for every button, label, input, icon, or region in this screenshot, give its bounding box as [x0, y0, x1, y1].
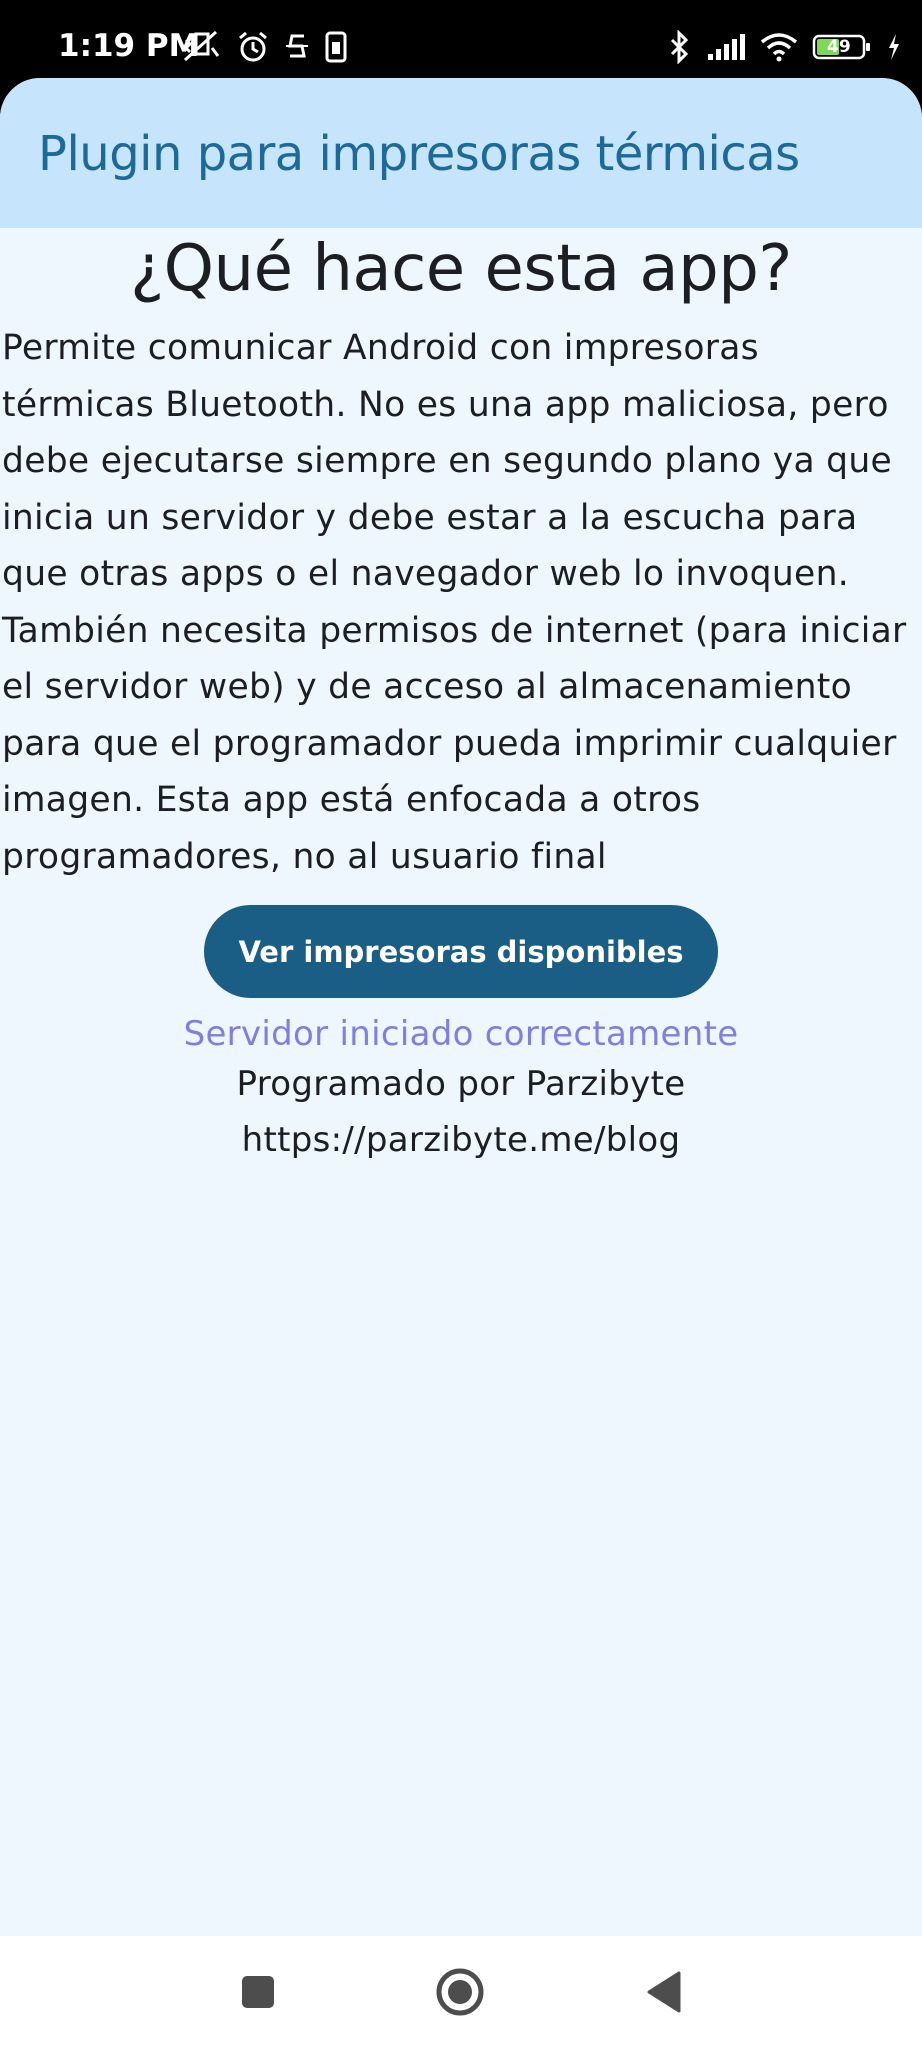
battery-level: 49	[827, 37, 851, 57]
status-time: 1:19 PM	[58, 28, 200, 64]
app-notification-icon	[284, 30, 310, 64]
bluetooth-icon	[668, 30, 692, 64]
phone-screen: 1:19 PM 49 Plugin para impresoras térmic…	[0, 0, 922, 2048]
wifi-icon	[760, 32, 798, 62]
circle-icon	[435, 1967, 485, 2017]
button-container: Ver impresoras disponibles	[0, 905, 922, 998]
status-left-icons	[182, 30, 348, 64]
status-right-icons: 49	[668, 30, 902, 64]
status-bar: 1:19 PM 49	[0, 0, 922, 78]
app-bar: Plugin para impresoras térmicas	[0, 78, 922, 228]
navigation-bar	[0, 1936, 922, 2048]
recents-button[interactable]	[232, 1966, 284, 2018]
sim-card-icon	[324, 30, 348, 64]
blog-link[interactable]: https://parzibyte.me/blog	[0, 1112, 922, 1168]
view-printers-button[interactable]: Ver impresoras disponibles	[204, 905, 718, 998]
square-icon	[240, 1974, 276, 2010]
back-triangle-icon	[645, 1971, 683, 2013]
battery-icon: 49	[812, 33, 872, 61]
app-title: Plugin para impresoras térmicas	[38, 126, 800, 182]
alarm-icon	[236, 30, 270, 64]
back-button[interactable]	[638, 1966, 690, 2018]
page-heading: ¿Qué hace esta app?	[130, 232, 792, 306]
server-status-message: Servidor iniciado correctamente	[183, 1014, 739, 1054]
main-content: ¿Qué hace esta app? Permite comunicar An…	[0, 228, 922, 1168]
signal-icon	[706, 32, 746, 62]
app-description: Permite comunicar Android con impresoras…	[2, 328, 907, 877]
charging-icon	[886, 32, 902, 62]
home-button[interactable]	[434, 1966, 486, 2018]
author-credit: Programado por Parzibyte	[236, 1064, 686, 1104]
mute-vibrate-icon	[182, 30, 222, 64]
app-window: Plugin para impresoras térmicas ¿Qué hac…	[0, 78, 922, 1936]
